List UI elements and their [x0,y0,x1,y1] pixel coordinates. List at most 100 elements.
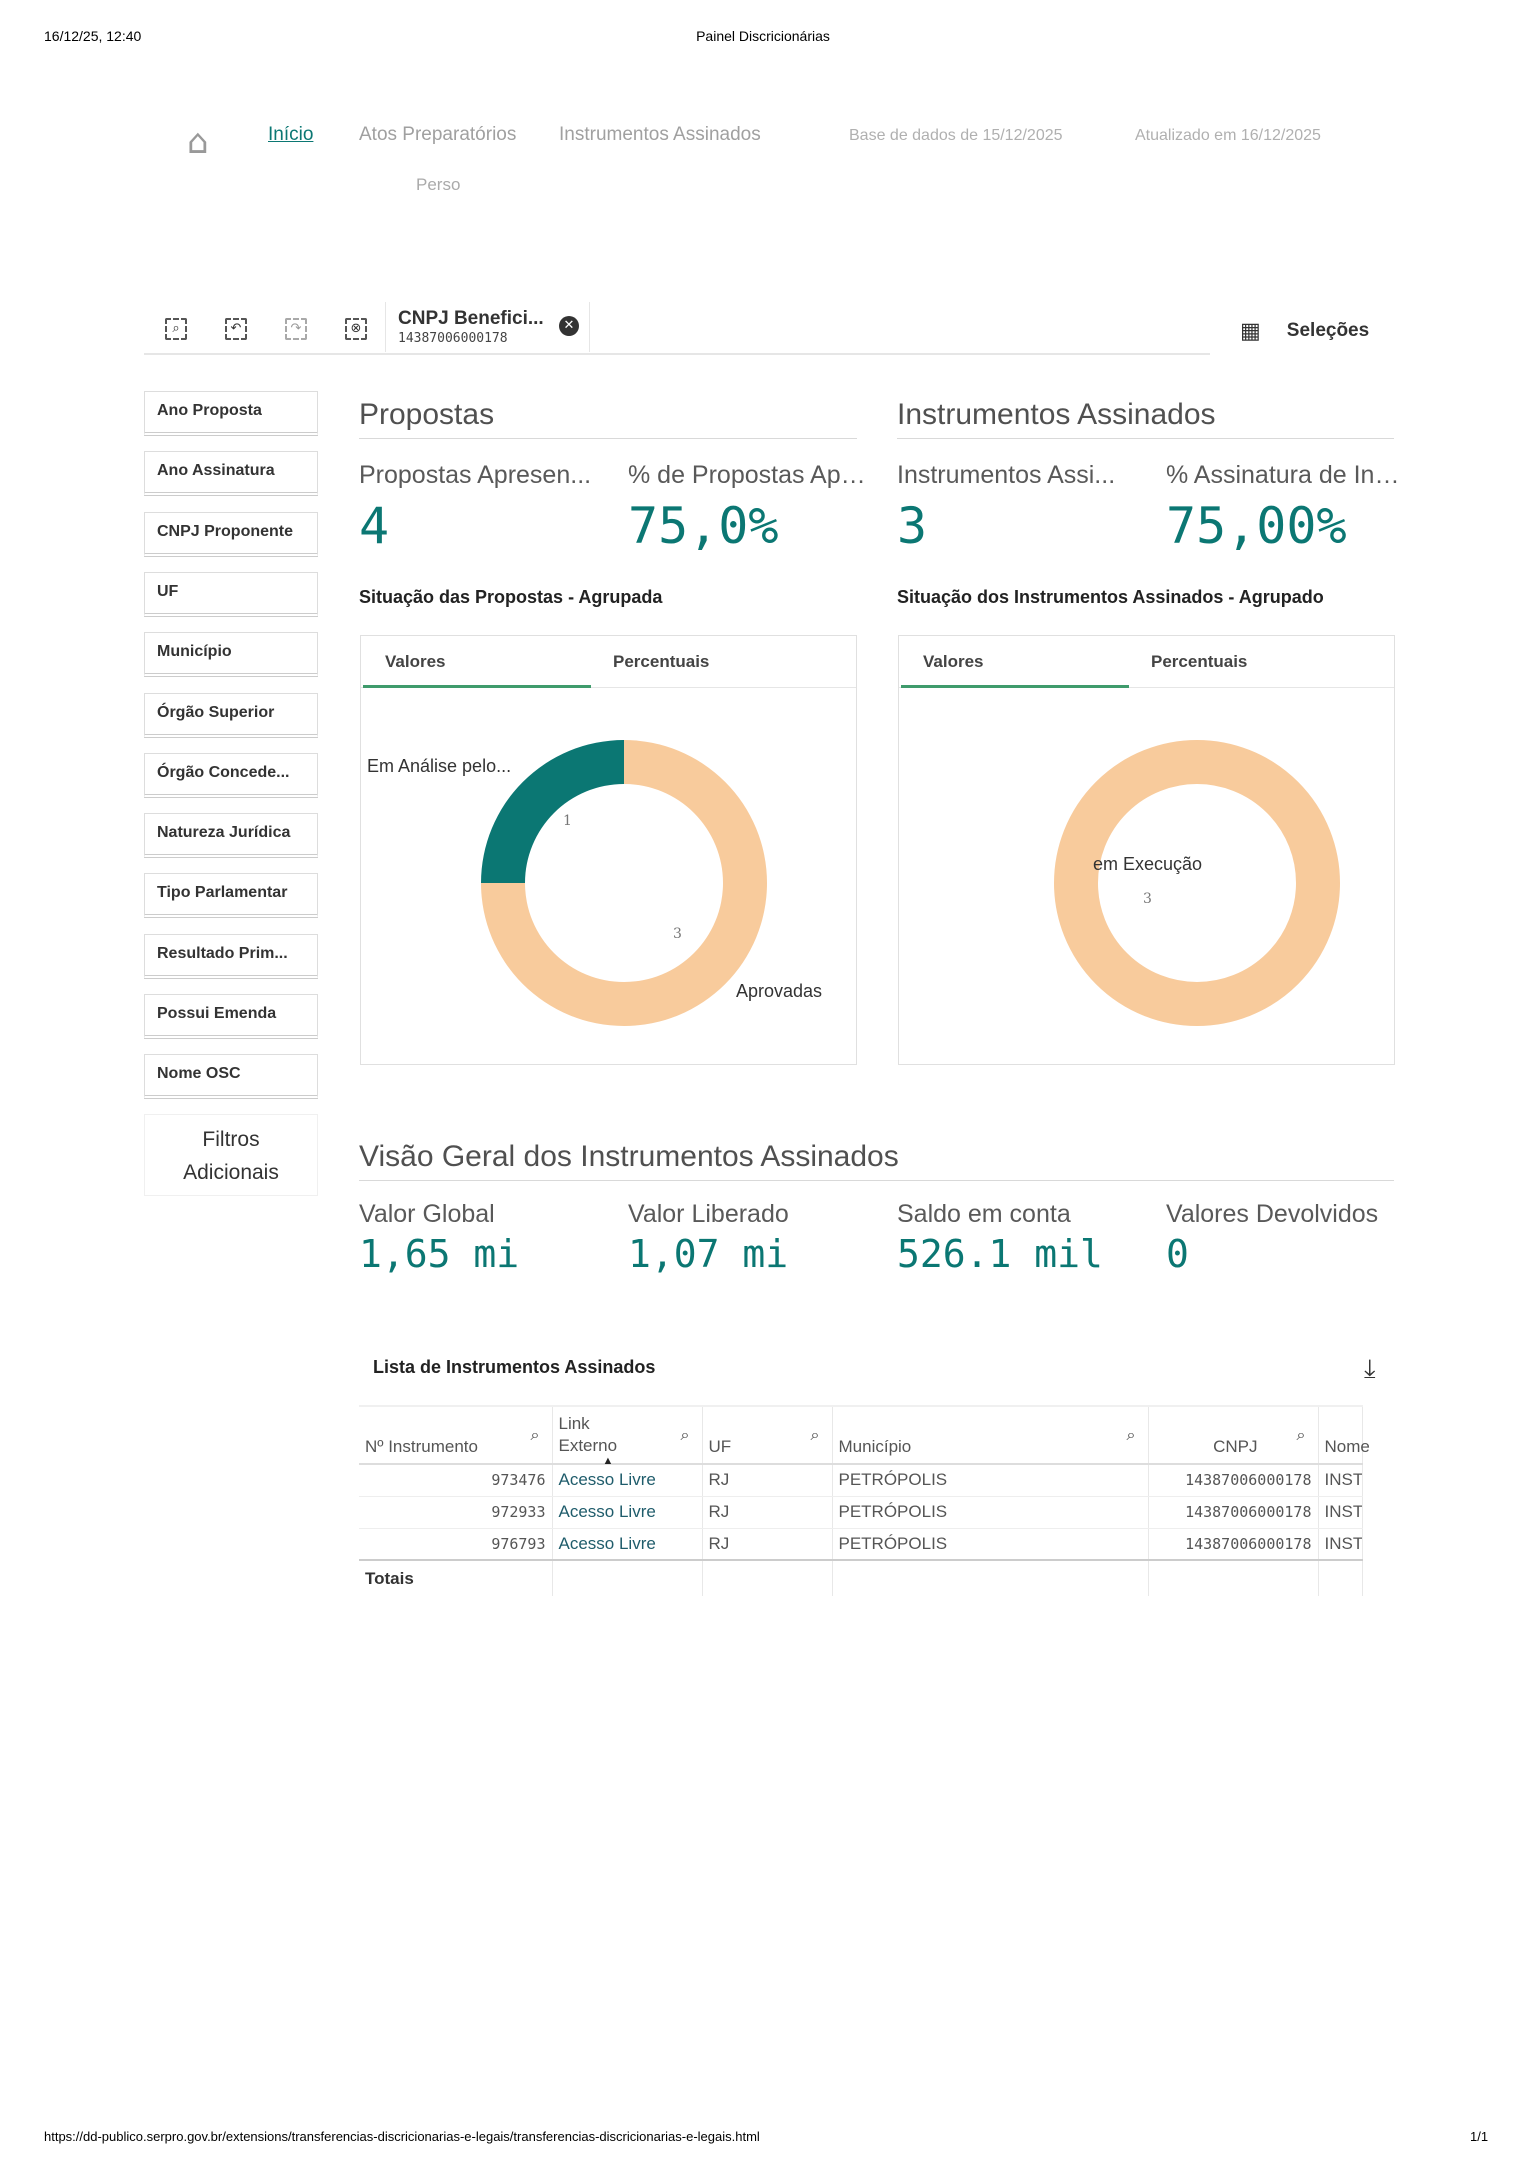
visao-kpi-value: 526.1 mil [897,1232,1103,1276]
propostas-kpi2-value: 75,0% [628,497,779,555]
filter-button[interactable]: Resultado Prim... [144,933,318,979]
selection-value: 14387006000178 [398,331,508,346]
column-header[interactable]: UF ⌕ [702,1405,833,1465]
instrumentos-table: Nº Instrumento ⌕ Link Externo ⌕ ▲ UF ⌕ Municípi… [359,1405,1370,1596]
table-cell: PETRÓPOLIS [832,1464,1149,1497]
filter-button[interactable]: Natureza Jurídica [144,813,318,859]
instrumentos-title: Instrumentos Assinados [897,398,1394,439]
filter-button[interactable]: Possui Emenda [144,994,318,1039]
additional-filters-line1: Filtros [202,1128,260,1151]
propostas-kpi1-value: 4 [359,497,390,555]
column-header-label: Município [838,1437,912,1456]
selections-grid-icon: ▦ [1240,318,1261,344]
selection-field: CNPJ Benefici... [398,308,544,329]
column-header-label: Nº Instrumento [365,1437,478,1456]
selections-label: Seleções [1286,320,1370,341]
column-search-icon[interactable]: ⌕ [1127,1427,1136,1445]
table-cell: RJ [702,1496,833,1529]
filter-button[interactable]: CNPJ Proponente [144,511,318,557]
table-cell: 14387006000178 [1148,1496,1319,1529]
additional-filters-button[interactable]: Filtros Adicionais [144,1114,318,1196]
totals-row: Totais [359,1559,1363,1596]
visao-kpi-label: Valor Global [359,1200,495,1228]
print-title: Painel Discricionárias [696,28,830,44]
totals-cell: Totais [359,1559,553,1596]
propostas-kpi1-label: Propostas Apresen... [359,461,592,489]
nav-atos-preparatorios[interactable]: Atos Preparatórios [359,124,516,146]
lista-title: Lista de Instrumentos Assinados [373,1357,656,1377]
table-cell[interactable]: Acesso Livre [552,1496,703,1529]
table-cell: RJ [702,1464,833,1497]
home-icon[interactable]: ⌂ [187,122,209,162]
filter-button[interactable]: Órgão Concede... [144,752,318,798]
column-header[interactable]: CNPJ ⌕ [1148,1405,1319,1465]
column-header-label: Link Externo [558,1414,618,1455]
visao-kpi-label: Valor Liberado [628,1200,789,1228]
instrumentos-kpi1-label: Instrumentos Assi... [897,461,1116,489]
download-icon[interactable]: ⤓ [1364,1354,1376,1385]
propostas-title: Propostas [359,398,857,439]
propostas-chart-box: Valores Percentuais Em Análise pelo... 1 … [360,635,857,1065]
column-search-icon[interactable]: ⌕ [681,1427,690,1445]
table-cell: 14387006000178 [1148,1528,1319,1561]
step-back-icon[interactable]: ↶ [225,318,247,340]
table-cell: 14387006000178 [1148,1464,1319,1497]
table-cell: PETRÓPOLIS [832,1528,1149,1561]
step-forward-icon[interactable]: ↷ [285,318,307,340]
sort-ascending-icon[interactable]: ▲ [603,1455,614,1467]
slice-label-em-analise: Em Análise pelo... [367,756,512,776]
base-date: Base de dados de 15/12/2025 [849,127,1063,144]
filter-button[interactable]: UF [144,571,318,617]
filter-button[interactable]: Ano Assinatura [144,451,318,497]
table-cell: PETRÓPOLIS [832,1496,1149,1529]
column-header[interactable]: Link Externo ⌕ ▲ [552,1405,703,1467]
table-cell[interactable]: Acesso Livre [552,1464,703,1497]
table-row[interactable]: 973476 Acesso Livre RJ PETRÓPOLIS 1438700600… [359,1464,1363,1497]
propostas-chart-title: Situação das Propostas - Agrupada [359,587,663,607]
selection-chip[interactable]: CNPJ Benefici... 14387006000178 ✕ [385,302,590,352]
table-cell: 972933 [359,1496,553,1529]
filter-button[interactable]: Nome OSC [144,1054,318,1100]
visao-kpi-value: 0 [1166,1232,1189,1276]
column-header[interactable]: Município ⌕ [832,1405,1149,1465]
slice-label-em-execucao: em Execução [1092,854,1203,874]
slice-label-aprovadas: Aprovadas [736,981,823,1001]
selections-button[interactable]: ▦ Seleções [1240,316,1369,346]
column-search-icon[interactable]: ⌕ [531,1427,540,1445]
totals-cell [552,1559,703,1596]
totals-cell [1148,1559,1319,1596]
visao-kpi-value: 1,65 mi [359,1232,520,1276]
clear-all-icon[interactable]: ⊗ [345,318,367,340]
table-cell: INST [1318,1496,1363,1529]
smart-search-icon[interactable]: ⌕ [165,318,187,340]
table-cell[interactable]: Acesso Livre [552,1528,703,1561]
table-cell: RJ [702,1528,833,1561]
totals-cell [832,1559,1149,1596]
slice-value-em-analise: 1 [563,813,572,829]
filter-button[interactable]: Ano Proposta [144,391,318,436]
clear-selection-icon[interactable]: ✕ [559,316,579,336]
column-search-icon[interactable]: ⌕ [811,1427,820,1445]
donut-slice[interactable] [1054,740,1340,1026]
column-header[interactable]: Nome [1318,1405,1370,1465]
slice-value-aprovadas: 3 [673,926,682,942]
nav-inicio[interactable]: Início [268,124,313,146]
table-cell: INST [1318,1528,1363,1561]
nav-partial[interactable]: Perso [416,175,460,195]
visao-kpi-value: 1,07 mi [628,1232,789,1276]
instrumentos-chart-box: Valores Percentuais em Execução 3 [898,635,1395,1065]
visao-kpi-label: Saldo em conta [897,1200,1071,1228]
filter-button[interactable]: Município [144,632,318,678]
additional-filters-line2: Adicionais [183,1161,279,1184]
column-header[interactable]: Nº Instrumento ⌕ [359,1405,553,1465]
filter-button[interactable]: Tipo Parlamentar [144,873,318,919]
table-row[interactable]: 972933 Acesso Livre RJ PETRÓPOLIS 1438700600… [359,1496,1363,1529]
selections-toolbar: ⌕ ↶ ↷ ⊗ CNPJ Benefici... 14387006000178 … [144,302,1210,355]
column-header-label: CNPJ [1213,1437,1258,1456]
nav-instrumentos-assinados[interactable]: Instrumentos Assinados [559,124,761,146]
table-cell: 976793 [359,1528,553,1561]
table-row[interactable]: 976793 Acesso Livre RJ PETRÓPOLIS 1438700600… [359,1528,1363,1561]
print-page: 1/1 [1470,2129,1489,2144]
column-search-icon[interactable]: ⌕ [1297,1427,1306,1445]
filter-button[interactable]: Órgão Superior [144,692,318,738]
